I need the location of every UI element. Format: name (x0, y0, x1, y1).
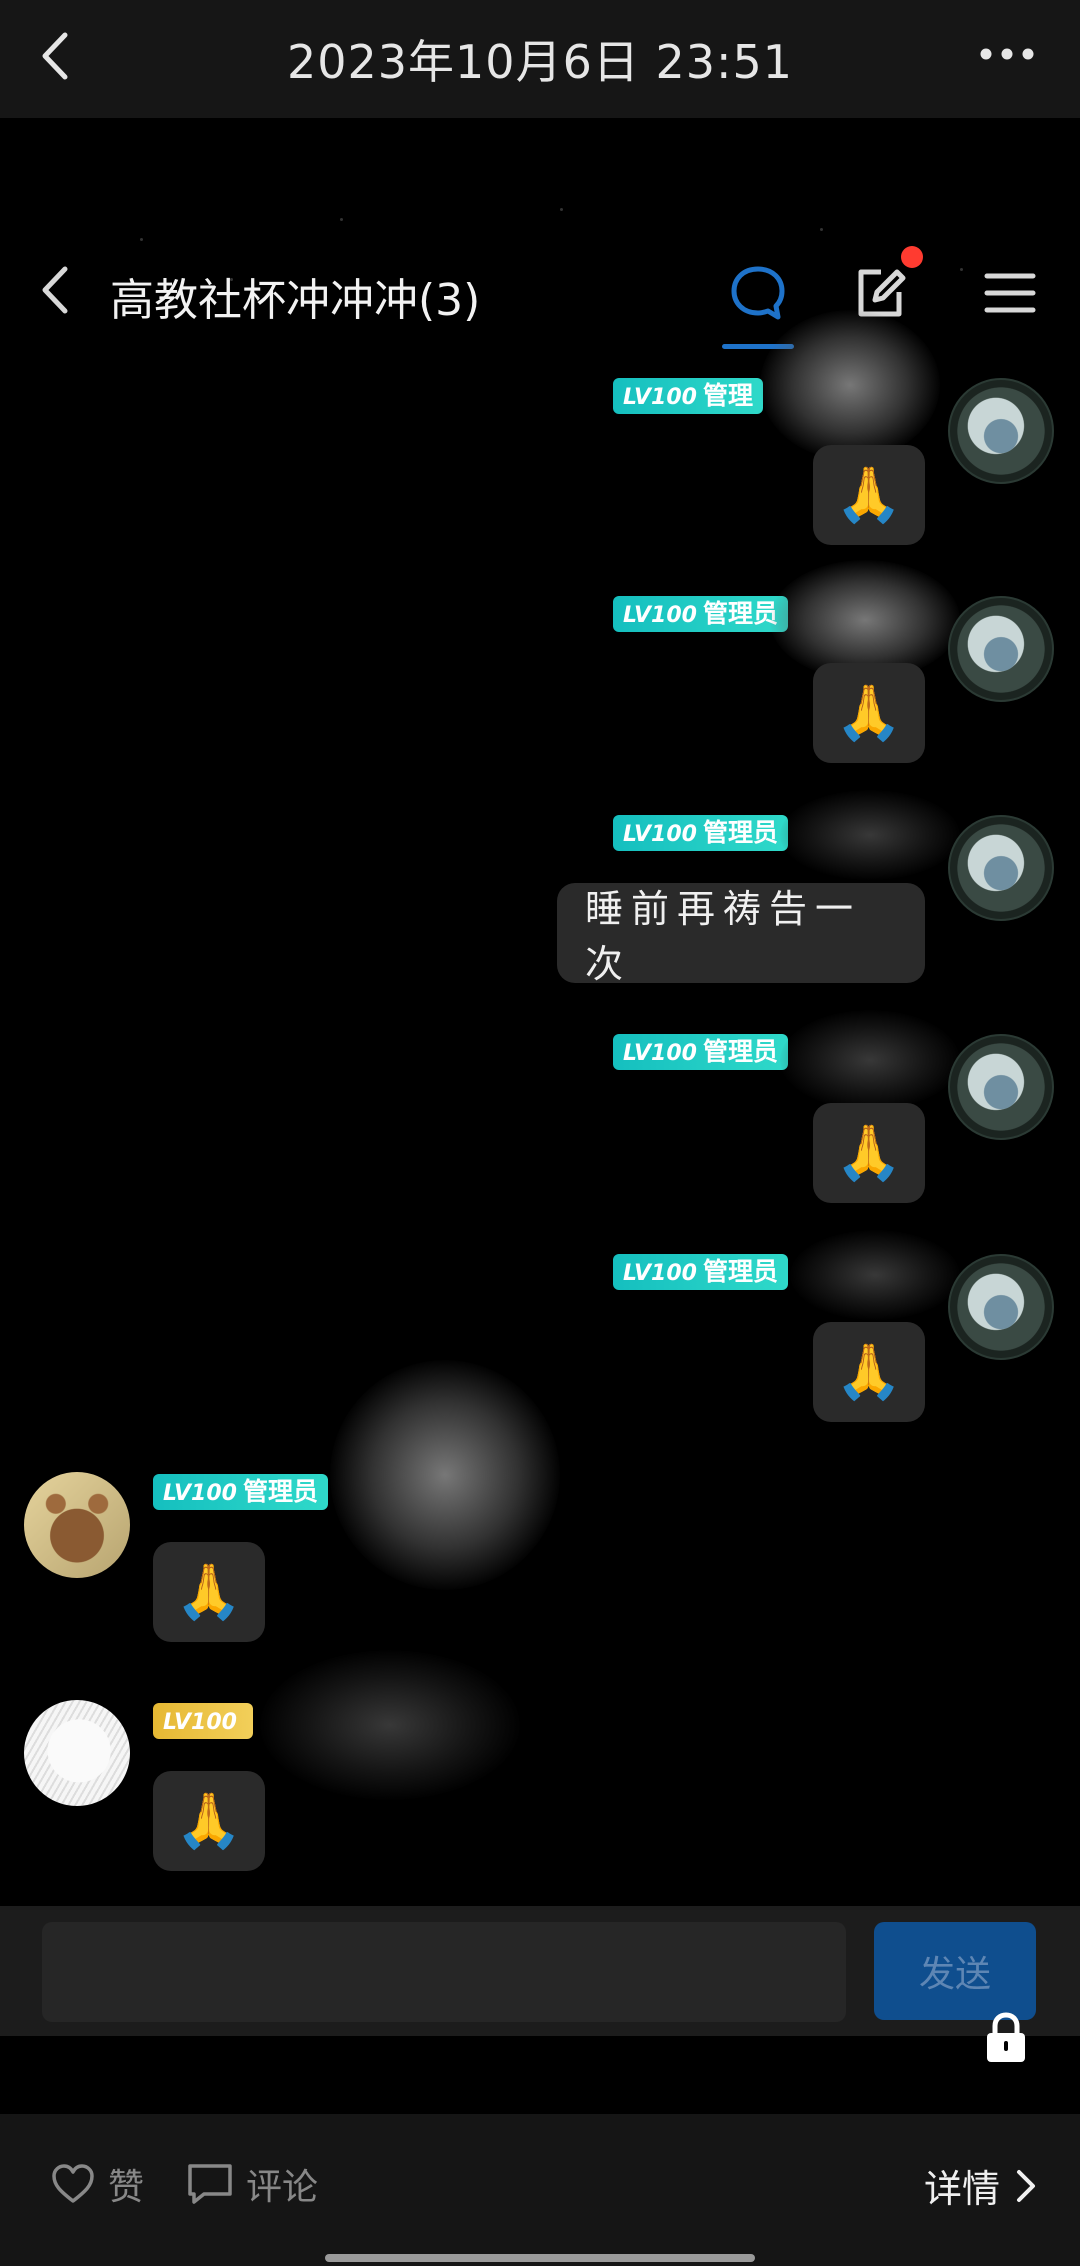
badge-level: LV100 (623, 1261, 697, 1286)
badge-level: LV100 (623, 1041, 697, 1066)
home-indicator[interactable] (325, 2254, 755, 2262)
badge-level: LV100 (623, 603, 697, 628)
menu-button[interactable] (975, 258, 1045, 328)
message-input[interactable] (42, 1922, 846, 2022)
avatar[interactable] (948, 378, 1054, 484)
message-bubble[interactable]: 睡前再祷告一次 (557, 883, 925, 986)
blur-smudge (780, 790, 960, 880)
avatar[interactable] (24, 1700, 130, 1806)
level-badge: LV100 管理员 (153, 1474, 328, 1510)
badge-role: 管理员 (702, 818, 778, 847)
blur-smudge (330, 1360, 560, 1590)
chat-bubble-icon (731, 266, 785, 320)
level-badge: LV100 管理员 (613, 1254, 788, 1290)
more-horizontal-icon (980, 48, 1034, 60)
like-label: 赞 (108, 2167, 145, 2208)
menu-icon (984, 273, 1036, 313)
avatar[interactable] (24, 1472, 130, 1578)
level-badge: LV100 管理员 (613, 815, 788, 851)
chevron-right-icon (1017, 2169, 1035, 2202)
blur-smudge (260, 1650, 520, 1800)
avatar[interactable] (948, 596, 1054, 702)
message-bubble[interactable]: 🙏 (153, 1771, 265, 1871)
message-input-bar: 发送 (0, 1906, 1080, 2036)
screen: 2023年10月6日 23:51 高教社杯冲冲冲(3) LV100 管理 🙏 L… (0, 0, 1080, 2266)
more-button[interactable] (974, 30, 1040, 78)
badge-role: 管理 (702, 381, 753, 410)
level-badge: LV100 (153, 1703, 253, 1739)
message-bubble[interactable]: 🙏 (813, 663, 925, 763)
badge-role: 管理员 (702, 1037, 778, 1066)
tab-chat[interactable] (723, 258, 793, 328)
notification-dot (901, 246, 923, 268)
comment-icon (188, 2164, 232, 2204)
send-button[interactable]: 发送 (874, 1922, 1036, 2020)
message-bubble[interactable]: 🙏 (813, 445, 925, 545)
message-bubble[interactable]: 🙏 (813, 1322, 925, 1422)
comment-label: 评论 (246, 2167, 319, 2208)
level-badge: LV100 管理员 (613, 596, 788, 632)
badge-level: LV100 (163, 1481, 237, 1506)
comment-button[interactable]: 评论 (186, 2158, 318, 2210)
blur-smudge (780, 1010, 960, 1110)
chat-title: 高教社杯冲冲冲(3) (110, 275, 481, 326)
badge-role: 管理员 (702, 1257, 778, 1286)
blur-smudge (770, 560, 960, 680)
level-badge: LV100 管理员 (613, 1034, 788, 1070)
badge-level: LV100 (163, 1710, 237, 1735)
detail-button[interactable]: 详情 (924, 2158, 1038, 2213)
blur-smudge (760, 310, 940, 460)
blur-smudge (790, 1230, 960, 1320)
badge-role: 管理员 (702, 599, 778, 628)
detail-label: 详情 (923, 2167, 1000, 2211)
level-badge: LV100 管理 (613, 378, 763, 414)
avatar[interactable] (948, 1034, 1054, 1140)
video-timestamp-title: 2023年10月6日 23:51 (286, 35, 794, 89)
chat-back-button[interactable] (30, 258, 78, 322)
top-bar: 2023年10月6日 23:51 (0, 0, 1080, 118)
chevron-left-icon (42, 266, 68, 314)
lock-icon[interactable] (984, 2010, 1028, 2064)
bottom-action-bar: 赞 评论 详情 (0, 2114, 1080, 2266)
message-bubble[interactable]: 🙏 (813, 1103, 925, 1203)
badge-level: LV100 (623, 822, 697, 847)
avatar[interactable] (948, 815, 1054, 921)
heart-icon (52, 2164, 94, 2203)
message-bubble[interactable]: 🙏 (153, 1542, 265, 1642)
avatar[interactable] (948, 1254, 1054, 1360)
badge-role: 管理员 (242, 1477, 318, 1506)
badge-level: LV100 (623, 385, 697, 410)
like-button[interactable]: 赞 (50, 2158, 144, 2210)
